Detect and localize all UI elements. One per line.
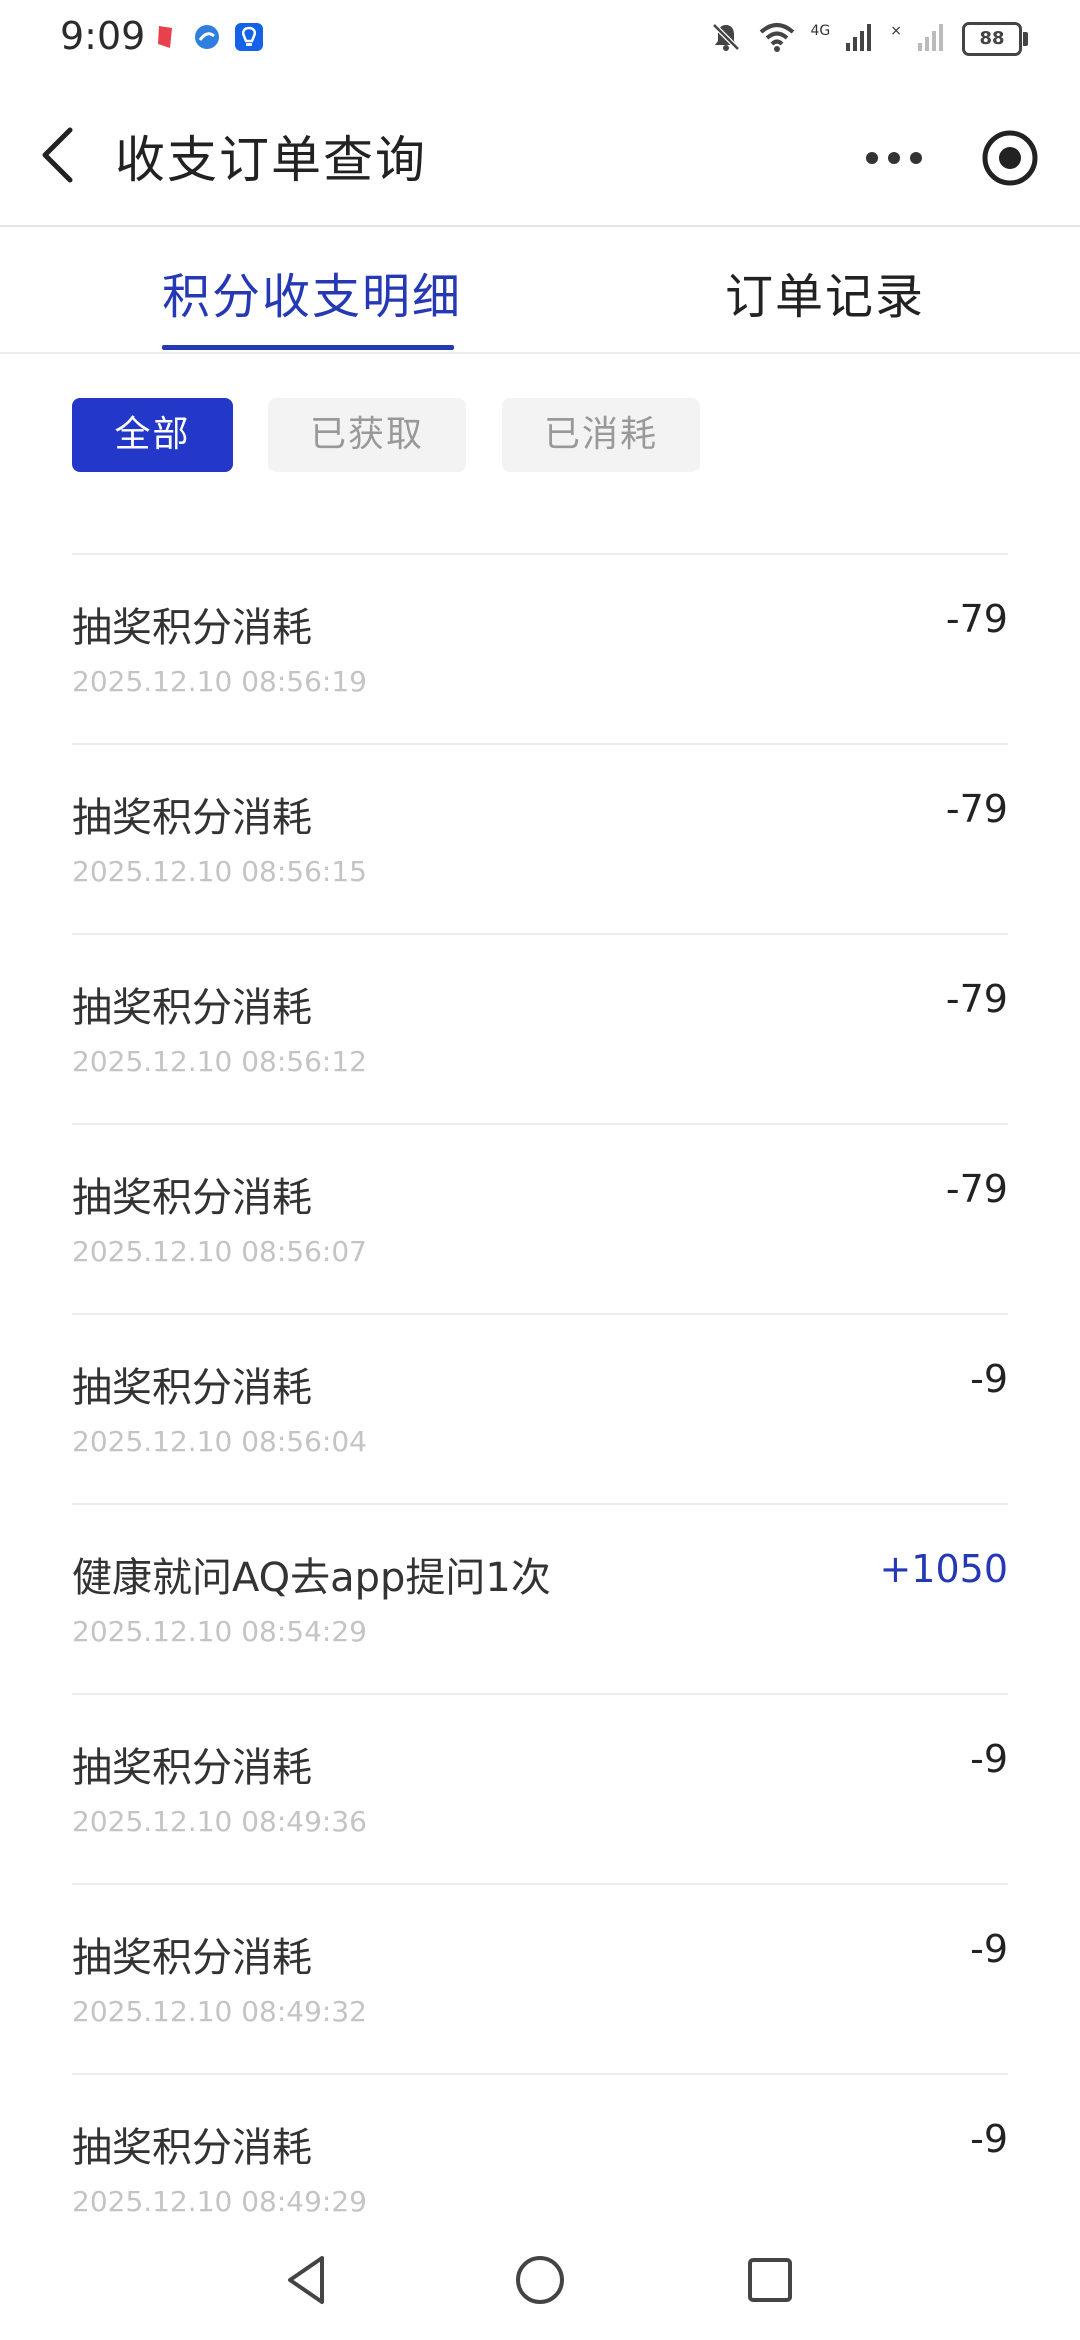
status-app-icons xyxy=(150,22,264,52)
filter-all-button[interactable]: 全部 xyxy=(72,398,233,472)
signal-2-icon xyxy=(916,21,948,57)
record-amount: -79 xyxy=(945,787,1008,831)
tab-bar: 积分收支明细 订单记录 xyxy=(0,227,1080,354)
record-title: 健康就问AQ去app提问1次 xyxy=(72,1555,551,1601)
record-time: 2025.12.10 08:49:36 xyxy=(72,1805,367,1838)
record-amount: -79 xyxy=(945,1167,1008,1211)
status-indicators: 4G × 88 xyxy=(709,20,1028,58)
record-title: 抽奖积分消耗 xyxy=(72,1745,312,1791)
status-time: 9:09 xyxy=(60,14,146,58)
network-type-label: 4G xyxy=(810,23,831,39)
red-app-icon xyxy=(150,22,180,52)
wifi-icon xyxy=(757,20,797,58)
shield-app-icon xyxy=(234,22,264,52)
record-title: 抽奖积分消耗 xyxy=(72,1175,312,1221)
back-triangle-icon[interactable] xyxy=(278,2250,338,2310)
back-icon[interactable] xyxy=(30,120,90,190)
list-item[interactable]: 抽奖积分消耗 2025.12.10 08:49:36 -9 xyxy=(72,1693,1008,1883)
record-time: 2025.12.10 08:56:19 xyxy=(72,665,367,698)
record-amount: -9 xyxy=(970,1357,1008,1401)
record-title: 抽奖积分消耗 xyxy=(72,605,312,651)
record-title: 抽奖积分消耗 xyxy=(72,1365,312,1411)
record-title: 抽奖积分消耗 xyxy=(72,1935,312,1981)
mute-icon xyxy=(709,20,743,58)
active-tab-indicator xyxy=(162,345,454,350)
list-item[interactable]: 抽奖积分消耗 2025.12.10 08:56:19 -79 xyxy=(72,553,1008,743)
record-title: 抽奖积分消耗 xyxy=(72,2125,312,2171)
list-item[interactable]: 抽奖积分消耗 2025.12.10 08:56:04 -9 xyxy=(72,1313,1008,1503)
record-time: 2025.12.10 08:56:07 xyxy=(72,1235,367,1268)
record-time: 2025.12.10 08:49:29 xyxy=(72,2185,367,2218)
points-record-list: 抽奖积分消耗 2025.12.10 08:56:19 -79 抽奖积分消耗 20… xyxy=(72,553,1008,2263)
home-circle-icon[interactable] xyxy=(510,2250,570,2310)
list-item[interactable]: 抽奖积分消耗 2025.12.10 08:49:32 -9 xyxy=(72,1883,1008,2073)
tab-order-records[interactable]: 订单记录 xyxy=(725,257,925,327)
record-title: 抽奖积分消耗 xyxy=(72,795,312,841)
blue-app-icon xyxy=(192,22,222,52)
record-time: 2025.12.10 08:49:32 xyxy=(72,1995,367,2028)
recents-square-icon[interactable] xyxy=(740,2250,800,2310)
record-time: 2025.12.10 08:54:29 xyxy=(72,1615,367,1648)
record-amount: -79 xyxy=(945,597,1008,641)
record-title: 抽奖积分消耗 xyxy=(72,985,312,1031)
page-title: 收支订单查询 xyxy=(115,131,427,189)
list-item[interactable]: 健康就问AQ去app提问1次 2025.12.10 08:54:29 +1050 xyxy=(72,1503,1008,1693)
list-item[interactable]: 抽奖积分消耗 2025.12.10 08:56:12 -79 xyxy=(72,933,1008,1123)
status-bar: 9:09 4G × 88 xyxy=(0,0,1080,80)
app-header: 收支订单查询 xyxy=(0,80,1080,227)
more-icon[interactable] xyxy=(862,128,926,188)
record-amount: -9 xyxy=(970,1737,1008,1781)
record-amount: +1050 xyxy=(879,1547,1008,1591)
system-nav-bar xyxy=(0,2220,1080,2340)
filter-spent-button[interactable]: 已消耗 xyxy=(502,398,700,472)
record-time: 2025.12.10 08:56:04 xyxy=(72,1425,367,1458)
record-amount: -9 xyxy=(970,1927,1008,1971)
record-amount: -9 xyxy=(970,2117,1008,2161)
filter-earned-button[interactable]: 已获取 xyxy=(268,398,466,472)
list-item[interactable]: 抽奖积分消耗 2025.12.10 08:56:07 -79 xyxy=(72,1123,1008,1313)
tab-points-detail[interactable]: 积分收支明细 xyxy=(162,257,462,327)
sim2-mark: × xyxy=(890,23,902,39)
list-item[interactable]: 抽奖积分消耗 2025.12.10 08:56:15 -79 xyxy=(72,743,1008,933)
battery-indicator: 88 xyxy=(962,22,1028,56)
signal-icon xyxy=(844,21,876,57)
record-amount: -79 xyxy=(945,977,1008,1021)
record-time: 2025.12.10 08:56:15 xyxy=(72,855,367,888)
target-icon[interactable] xyxy=(975,123,1045,193)
record-time: 2025.12.10 08:56:12 xyxy=(72,1045,367,1078)
